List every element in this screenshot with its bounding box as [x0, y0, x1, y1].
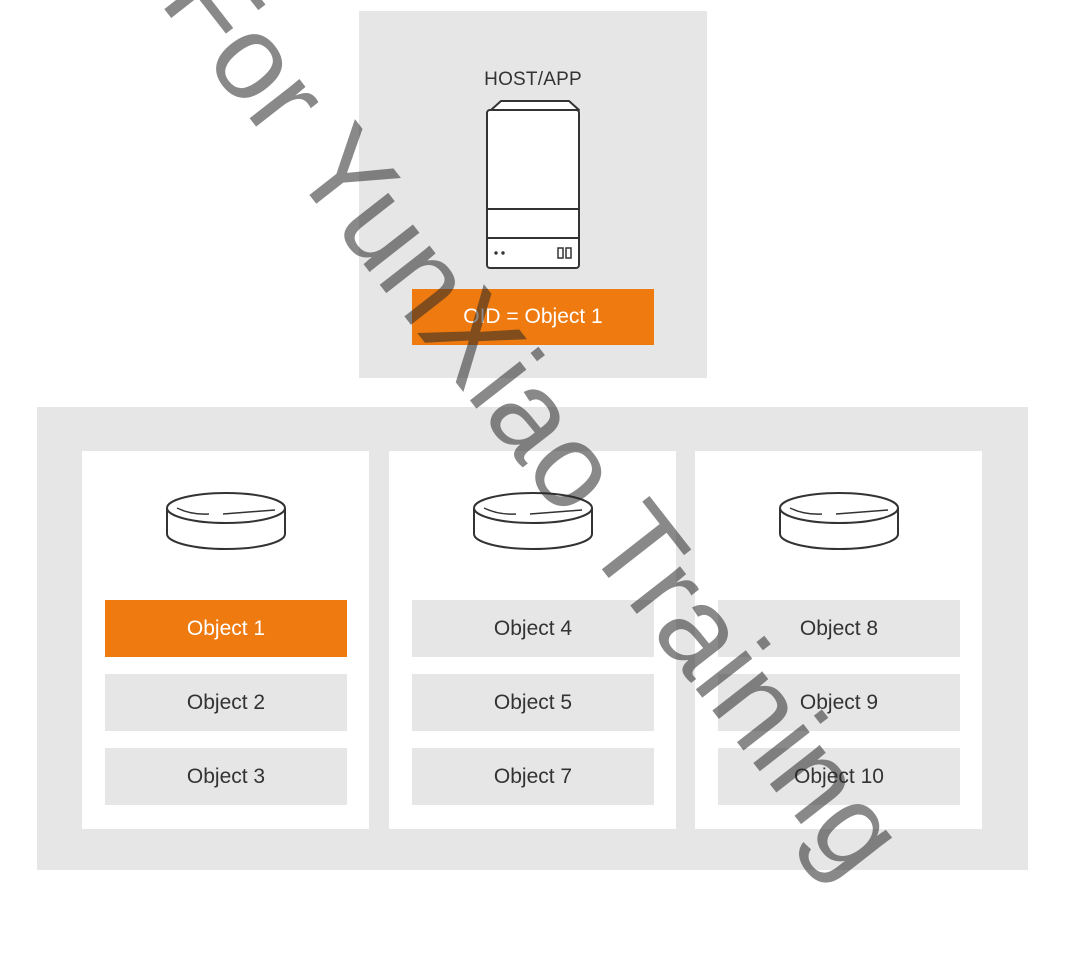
host-app-title: HOST/APP [484, 69, 582, 90]
storage-cluster: Object 1 Object 2 Object 3 Object 4 Obje… [37, 407, 1028, 870]
oid-label: OID = Object 1 [412, 289, 654, 345]
disk-icon [779, 492, 899, 550]
disk-icon [473, 492, 593, 550]
object-box: Object 10 [718, 748, 960, 805]
object-box: Object 1 [105, 600, 347, 657]
disk-column-2: Object 4 Object 5 Object 7 [389, 451, 676, 829]
object-box: Object 9 [718, 674, 960, 731]
disk-column-3: Object 8 Object 9 Object 10 [695, 451, 982, 829]
object-box: Object 2 [105, 674, 347, 731]
disk-icon [166, 492, 286, 550]
disk-column-1: Object 1 Object 2 Object 3 [82, 451, 369, 829]
object-box: Object 3 [105, 748, 347, 805]
object-box: Object 5 [412, 674, 654, 731]
object-box: Object 4 [412, 600, 654, 657]
server-icon [486, 100, 580, 269]
host-app-panel: HOST/APP OID = Object 1 [359, 11, 707, 378]
object-box: Object 8 [718, 600, 960, 657]
object-box: Object 7 [412, 748, 654, 805]
